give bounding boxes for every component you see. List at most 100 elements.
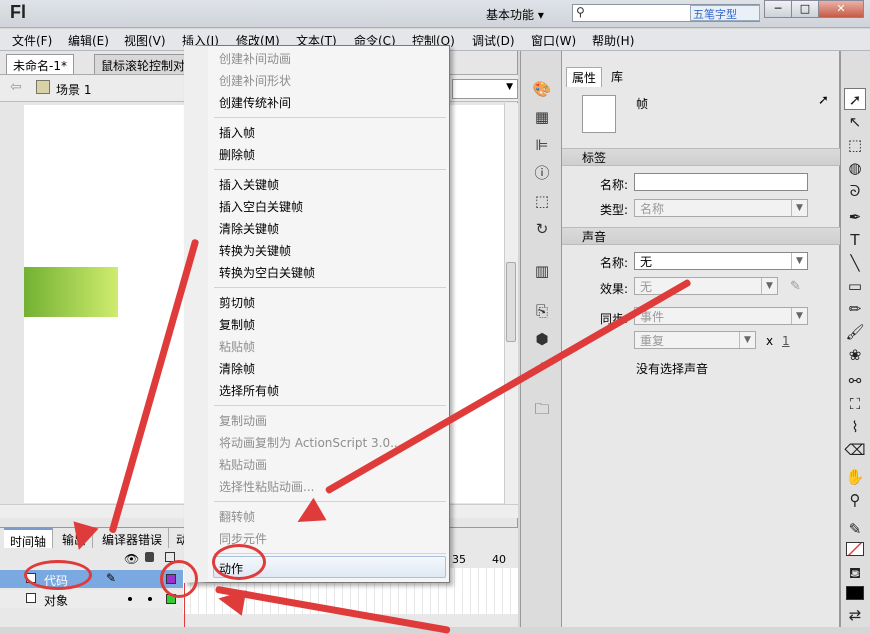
menu-item-insert-keyframe[interactable]: 插入关键帧 xyxy=(219,176,279,193)
menu-item-create-shape-tween[interactable]: 创建补间形状 xyxy=(219,72,291,89)
menu-item-paste-frames[interactable]: 粘贴帧 xyxy=(219,338,255,355)
menu-item-insert-blank-keyframe[interactable]: 插入空白关键帧 xyxy=(219,198,303,215)
eye-icon[interactable]: 👁 xyxy=(124,552,139,566)
menu-item-copy-motion-as-as3[interactable]: 将动画复制为 ActionScript 3.0... xyxy=(219,434,402,451)
deco-tool-icon[interactable]: ❀ xyxy=(844,344,866,366)
menu-item-create-classic-tween[interactable]: 创建传统补间 xyxy=(219,94,291,111)
selection-tool-icon[interactable]: ➚ xyxy=(844,88,866,110)
chevron-down-icon: ▼ xyxy=(761,278,777,294)
chevron-down-icon: ▼ xyxy=(791,253,807,269)
fill-color-swatch[interactable] xyxy=(846,586,864,600)
section-sound[interactable]: 声音 xyxy=(562,227,840,245)
green-gradient-shape[interactable] xyxy=(24,267,118,317)
menu-item-convert-to-keyframe[interactable]: 转换为关键帧 xyxy=(219,242,291,259)
subselection-tool-icon[interactable]: ↖ xyxy=(844,111,866,133)
menu-item-clear-frames[interactable]: 清除帧 xyxy=(219,360,255,377)
swatches-icon[interactable]: ▦ xyxy=(532,108,552,126)
tab-properties[interactable]: 属性 xyxy=(566,67,603,87)
hand-tool-icon[interactable]: ✋ xyxy=(844,466,866,488)
rectangle-tool-icon[interactable]: ▭ xyxy=(844,275,866,297)
zoom-tool-icon[interactable]: ⚲ xyxy=(844,489,866,511)
layer-name[interactable]: 对象 xyxy=(44,592,68,609)
zoom-select[interactable]: ▼ xyxy=(452,79,518,99)
library-icon[interactable]: ▥ xyxy=(532,262,552,280)
effect-value: 无 xyxy=(640,280,653,294)
brush-tool-icon[interactable]: 🖌 xyxy=(844,321,866,343)
color-icon[interactable]: 🎨 xyxy=(532,80,552,98)
lasso-tool-icon[interactable]: ᘐ xyxy=(844,180,866,202)
workspace-switcher[interactable]: 基本功能 ▾ xyxy=(486,6,544,23)
chevron-down-icon: ▼ xyxy=(791,200,807,216)
3d-rotation-tool-icon[interactable]: ◍ xyxy=(844,157,866,179)
menu-item-create-motion-tween[interactable]: 创建补间动画 xyxy=(219,50,291,67)
stroke-color-swatch[interactable] xyxy=(846,542,864,556)
no-sound-selected-text: 没有选择声音 xyxy=(636,362,709,376)
minimize-button[interactable]: ─ xyxy=(764,0,792,18)
pencil-tool-icon[interactable]: ✏ xyxy=(844,298,866,320)
menu-file[interactable]: 文件(F) xyxy=(12,32,52,49)
project-icon[interactable]: 🗀 xyxy=(532,400,552,418)
free-transform-tool-icon[interactable]: ⬚ xyxy=(844,134,866,156)
tab-compiler-errors[interactable]: 编译器错误 xyxy=(96,528,170,548)
menu-item-remove-frames[interactable]: 删除帧 xyxy=(219,146,255,163)
pen-tool-icon[interactable]: ✒ xyxy=(844,206,866,228)
fill-color-icon[interactable]: ⛾ xyxy=(844,562,866,584)
tab-timeline[interactable]: 时间轴 xyxy=(4,528,54,549)
actions-icon[interactable]: ⎘ xyxy=(532,302,552,320)
menu-item-clear-keyframe[interactable]: 清除关键帧 xyxy=(219,220,279,237)
layer-row-object[interactable]: 对象 xyxy=(0,590,183,608)
close-button[interactable]: ✕ xyxy=(818,0,864,18)
menu-help[interactable]: 帮助(H) xyxy=(592,32,634,49)
frame-name-input[interactable] xyxy=(634,173,808,191)
transform-icon[interactable]: ⬚ xyxy=(532,192,552,210)
ime-indicator: 五笔字型 xyxy=(690,5,760,21)
lock-icon[interactable] xyxy=(145,552,154,562)
menu-item-cut-frames[interactable]: 剪切帧 xyxy=(219,294,255,311)
paint-bucket-tool-icon[interactable]: ⛶ xyxy=(844,393,866,415)
bone-tool-icon[interactable]: ⚯ xyxy=(844,370,866,392)
menu-edit[interactable]: 编辑(E) xyxy=(68,32,109,49)
scrollbar-thumb[interactable] xyxy=(506,262,516,342)
sound-name-select[interactable]: 无 ▼ xyxy=(634,252,808,270)
tab-library[interactable]: 库 xyxy=(606,67,628,86)
history-icon[interactable]: ↻ xyxy=(532,220,552,238)
menu-item-select-all-frames[interactable]: 选择所有帧 xyxy=(219,382,279,399)
sync-select[interactable]: 事件 ▼ xyxy=(634,307,808,325)
type-label: 类型: xyxy=(600,203,629,217)
lock-dot[interactable] xyxy=(148,597,152,601)
eyedropper-tool-icon[interactable]: ⌇ xyxy=(844,416,866,438)
info-icon[interactable]: ⓘ xyxy=(532,164,552,182)
menu-debug[interactable]: 调试(D) xyxy=(472,32,515,49)
menu-item-copy-frames[interactable]: 复制帧 xyxy=(219,316,255,333)
menu-item-reverse-frames[interactable]: 翻转帧 xyxy=(219,508,255,525)
text-tool-icon[interactable]: T xyxy=(844,229,866,251)
align-icon[interactable]: ⊫ xyxy=(532,136,552,154)
frame-number-35: 35 xyxy=(452,553,466,566)
stroke-color-icon[interactable]: ✎ xyxy=(844,518,866,540)
swap-colors-icon[interactable]: ⇄ xyxy=(844,604,866,626)
menu-window[interactable]: 窗口(W) xyxy=(531,32,576,49)
menu-item-copy-motion[interactable]: 复制动画 xyxy=(219,412,267,429)
back-arrow-icon[interactable]: ⇦ xyxy=(10,79,22,95)
doc-tab-active[interactable]: 未命名-1* xyxy=(6,54,74,74)
components-icon[interactable]: ⬢ xyxy=(532,330,552,348)
maximize-button[interactable]: □ xyxy=(791,0,819,18)
menu-item-paste-motion-special[interactable]: 选择性粘贴动画... xyxy=(219,478,314,495)
help-icon[interactable]: ➚ xyxy=(818,93,829,108)
repeat-count[interactable]: 1 xyxy=(782,334,790,348)
effect-select[interactable]: 无 ▼ xyxy=(634,277,778,295)
section-label[interactable]: 标签 xyxy=(562,148,840,166)
repeat-select[interactable]: 重复 ▼ xyxy=(634,331,756,349)
visibility-dot[interactable] xyxy=(128,597,132,601)
menu-item-convert-to-blank-keyframe[interactable]: 转换为空白关键帧 xyxy=(219,264,315,281)
scene-label[interactable]: 场景 1 xyxy=(56,81,91,98)
edit-pencil-icon[interactable]: ✎ xyxy=(790,279,801,294)
workspace-label: 基本功能 xyxy=(486,8,535,22)
doc-tab[interactable]: 鼠标滚轮控制对 xyxy=(94,54,186,74)
label-type-select[interactable]: 名称 ▼ xyxy=(634,199,808,217)
line-tool-icon[interactable]: ╲ xyxy=(844,252,866,274)
menu-item-paste-motion[interactable]: 粘贴动画 xyxy=(219,456,267,473)
menu-view[interactable]: 视图(V) xyxy=(124,32,166,49)
eraser-tool-icon[interactable]: ⌫ xyxy=(844,439,866,461)
menu-item-insert-frame[interactable]: 插入帧 xyxy=(219,124,255,141)
